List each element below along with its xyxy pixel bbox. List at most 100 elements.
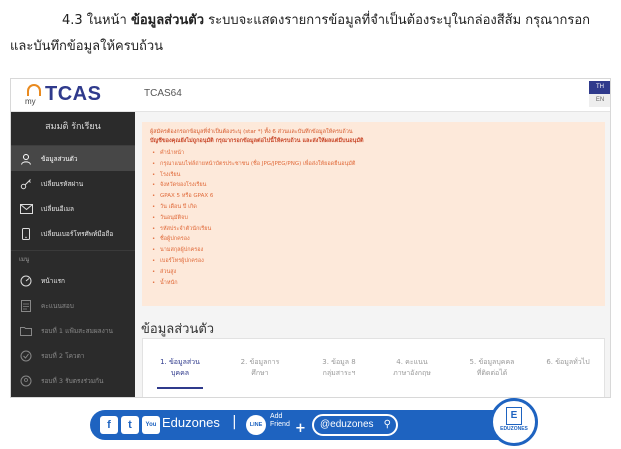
list-item: น้ำหนัก xyxy=(150,278,597,289)
tab-label: 4. คะแนน xyxy=(396,358,428,366)
caption-bold: ข้อมูลส่วนตัว xyxy=(130,13,205,28)
logo-prefix: my xyxy=(25,97,36,106)
page-title: ข้อมูลส่วนตัว xyxy=(141,322,215,337)
app-screenshot: my TCAS TCAS64 TH EN สมมติ รักเรียน ข้อม… xyxy=(10,78,611,398)
sidebar-item-home[interactable]: หน้าแรก xyxy=(11,268,135,293)
lang-th-button[interactable]: TH xyxy=(589,81,610,94)
document-icon xyxy=(19,299,33,312)
sidebar-item-password[interactable]: เปลี่ยนรหัสผ่าน xyxy=(11,171,135,196)
search-icon: ⚲ xyxy=(383,419,391,430)
list-item: จังหวัดของโรงเรียน xyxy=(150,180,597,191)
sidebar-item-label: เปลี่ยนรหัสผ่าน xyxy=(41,179,84,188)
user-name: สมมติ รักเรียน xyxy=(11,112,135,146)
sidebar-item-label: รอบที่ 3 รับตรงร่วมกัน xyxy=(41,376,104,385)
handle-text: @eduzones xyxy=(320,419,374,430)
notice-line-2: บัญชีของคุณยังไม่ถูกอนุมัติ กรุณากรอกข้อ… xyxy=(150,138,364,144)
sidebar-item-label: คะแนนสอบ xyxy=(41,301,74,310)
sidebar-item-label: รอบที่ 1 แฟ้มสะสมผลงาน xyxy=(41,326,113,335)
separator: | xyxy=(232,414,237,430)
list-item: GPAX 5 หรือ GPAX 6 xyxy=(150,191,597,202)
caption-line-2: และบันทึกข้อมูลให้ครบถ้วน xyxy=(10,39,164,54)
person-icon xyxy=(19,153,33,165)
sidebar-item-label: เปลี่ยนเบอร์โทรศัพท์มือถือ xyxy=(41,229,114,238)
sidebar-item-email[interactable]: เปลี่ยนอีเมล xyxy=(11,196,135,221)
people-icon xyxy=(19,375,33,387)
sidebar-item-profile[interactable]: ข้อมูลส่วนตัว xyxy=(11,146,135,171)
tab-label: 1. ข้อมูลส่วน xyxy=(160,358,200,366)
active-tab-indicator xyxy=(157,387,203,389)
tab-education[interactable]: 2. ข้อมูลการ ศึกษา xyxy=(227,357,293,379)
logo-letter: E xyxy=(506,407,522,425)
sidebar-item-round1[interactable]: รอบที่ 1 แฟ้มสะสมผลงาน xyxy=(11,318,135,343)
dashboard-icon xyxy=(19,275,33,287)
lang-en-button[interactable]: EN xyxy=(589,94,610,107)
add-friend-label: Add Friend xyxy=(270,413,290,429)
key-icon xyxy=(19,178,33,190)
sidebar: สมมติ รักเรียน ข้อมูลส่วนตัว เปลี่ยนรหัส… xyxy=(11,112,135,397)
tab-general-info[interactable]: 6. ข้อมูลทั่วไป xyxy=(535,357,601,368)
tab-contact-person[interactable]: 5. ข้อมูลบุคคล ที่ติดต่อได้ xyxy=(459,357,525,379)
tab-label: 3. ข้อมูล 8 xyxy=(322,358,356,366)
mytcas-logo[interactable]: my TCAS xyxy=(25,83,133,109)
caption-text: 4.3 ในหน้า xyxy=(62,13,131,28)
steps-tabs: 1. ข้อมูลส่วน บุคคล 2. ข้อมูลการ ศึกษา 3… xyxy=(142,338,605,397)
notice-line-1: ผู้สมัครต้องกรอกข้อมูลที่จำเป็นต้องระบุ … xyxy=(150,129,353,135)
tab-label: 2. ข้อมูลการ xyxy=(240,358,280,366)
sidebar-item-round3[interactable]: รอบที่ 3 รับตรงร่วมกัน xyxy=(11,368,135,393)
line-icon[interactable]: LINE xyxy=(246,415,266,435)
list-item: วัน เดือน ปี เกิด xyxy=(150,202,597,213)
tab-personal-info[interactable]: 1. ข้อมูลส่วน บุคคล xyxy=(147,357,213,379)
language-switcher: TH EN xyxy=(589,81,610,109)
facebook-icon[interactable]: f xyxy=(100,416,118,434)
logo-text: EDUZONES xyxy=(500,426,528,432)
eduzones-logo: E EDUZONES xyxy=(490,398,538,446)
tab-label: 6. ข้อมูลทั่วไป xyxy=(546,358,590,366)
sidebar-item-label: รอบที่ 2 โควตา xyxy=(41,351,85,360)
top-bar: my TCAS TCAS64 TH EN xyxy=(11,79,610,112)
list-item: โรงเรียน xyxy=(150,170,597,181)
brand-name: Eduzones xyxy=(162,415,220,430)
eduzones-banner: f t You Eduzones | LINE Add Friend + @ed… xyxy=(90,398,538,446)
list-item: ชื่อผู้ปกครอง xyxy=(150,234,597,245)
list-item: กรุณาแนบไฟล์ถ่ายหน้าบัตรประชาชน (ชื่อ JP… xyxy=(150,159,597,170)
main-content: ผู้สมัครต้องกรอกข้อมูลที่จำเป็นต้องระบุ … xyxy=(135,112,610,397)
app-code-label: TCAS64 xyxy=(144,88,182,99)
tab-label: ที่ติดต่อได้ xyxy=(476,369,508,377)
folder-icon xyxy=(19,325,33,337)
tab-label: กลุ่มสาระฯ xyxy=(322,369,356,377)
tab-label: ศึกษา xyxy=(251,369,269,377)
list-item: เบอร์โทรผู้ปกครอง xyxy=(150,256,597,267)
document-caption: 4.3 ในหน้า ข้อมูลส่วนตัว ระบบจะแสดงรายกา… xyxy=(10,8,610,60)
sidebar-item-label: เปลี่ยนอีเมล xyxy=(41,204,74,213)
add-label: Add xyxy=(270,413,283,420)
list-item: นามสกุลผู้ปกครอง xyxy=(150,245,597,256)
list-item: วันอนุมัติจบ xyxy=(150,213,597,224)
phone-icon xyxy=(19,227,33,240)
caption-text-2: ระบบจะแสดงรายการข้อมูลที่จำเป็นต้องระบุใ… xyxy=(204,13,591,28)
handle-search[interactable]: @eduzones ⚲ xyxy=(312,414,398,436)
list-item: รหัสประจำตัวนักเรียน xyxy=(150,224,597,235)
required-fields-list: คำนำหน้า กรุณาแนบไฟล์ถ่ายหน้าบัตรประชาชน… xyxy=(150,148,597,288)
sidebar-section-label: เมนู xyxy=(11,250,135,268)
tab-label: ภาษาอังกฤษ xyxy=(393,369,431,377)
logo-ring-icon xyxy=(27,84,41,96)
required-fields-notice: ผู้สมัครต้องกรอกข้อมูลที่จำเป็นต้องระบุ … xyxy=(142,122,605,306)
twitter-icon[interactable]: t xyxy=(121,416,139,434)
friend-label: Friend xyxy=(270,421,290,428)
tab-english-scores[interactable]: 4. คะแนน ภาษาอังกฤษ xyxy=(379,357,445,379)
sidebar-item-round2[interactable]: รอบที่ 2 โควตา xyxy=(11,343,135,368)
tab-label: 5. ข้อมูลบุคคล xyxy=(469,358,515,366)
tab-subject-groups[interactable]: 3. ข้อมูล 8 กลุ่มสาระฯ xyxy=(306,357,372,379)
sidebar-item-label: หน้าแรก xyxy=(41,276,65,285)
list-item: คำนำหน้า xyxy=(150,148,597,159)
sidebar-item-phone[interactable]: เปลี่ยนเบอร์โทรศัพท์มือถือ xyxy=(11,221,135,246)
quota-icon xyxy=(19,350,33,362)
add-person-icon: + xyxy=(295,421,306,436)
youtube-icon[interactable]: You xyxy=(142,416,160,434)
list-item: ส่วนสูง xyxy=(150,267,597,278)
sidebar-item-scores[interactable]: คะแนนสอบ xyxy=(11,293,135,318)
tab-label: บุคคล xyxy=(170,369,190,377)
logo-word: TCAS xyxy=(45,83,102,105)
mail-icon xyxy=(19,203,33,215)
sidebar-item-label: ข้อมูลส่วนตัว xyxy=(41,154,78,163)
